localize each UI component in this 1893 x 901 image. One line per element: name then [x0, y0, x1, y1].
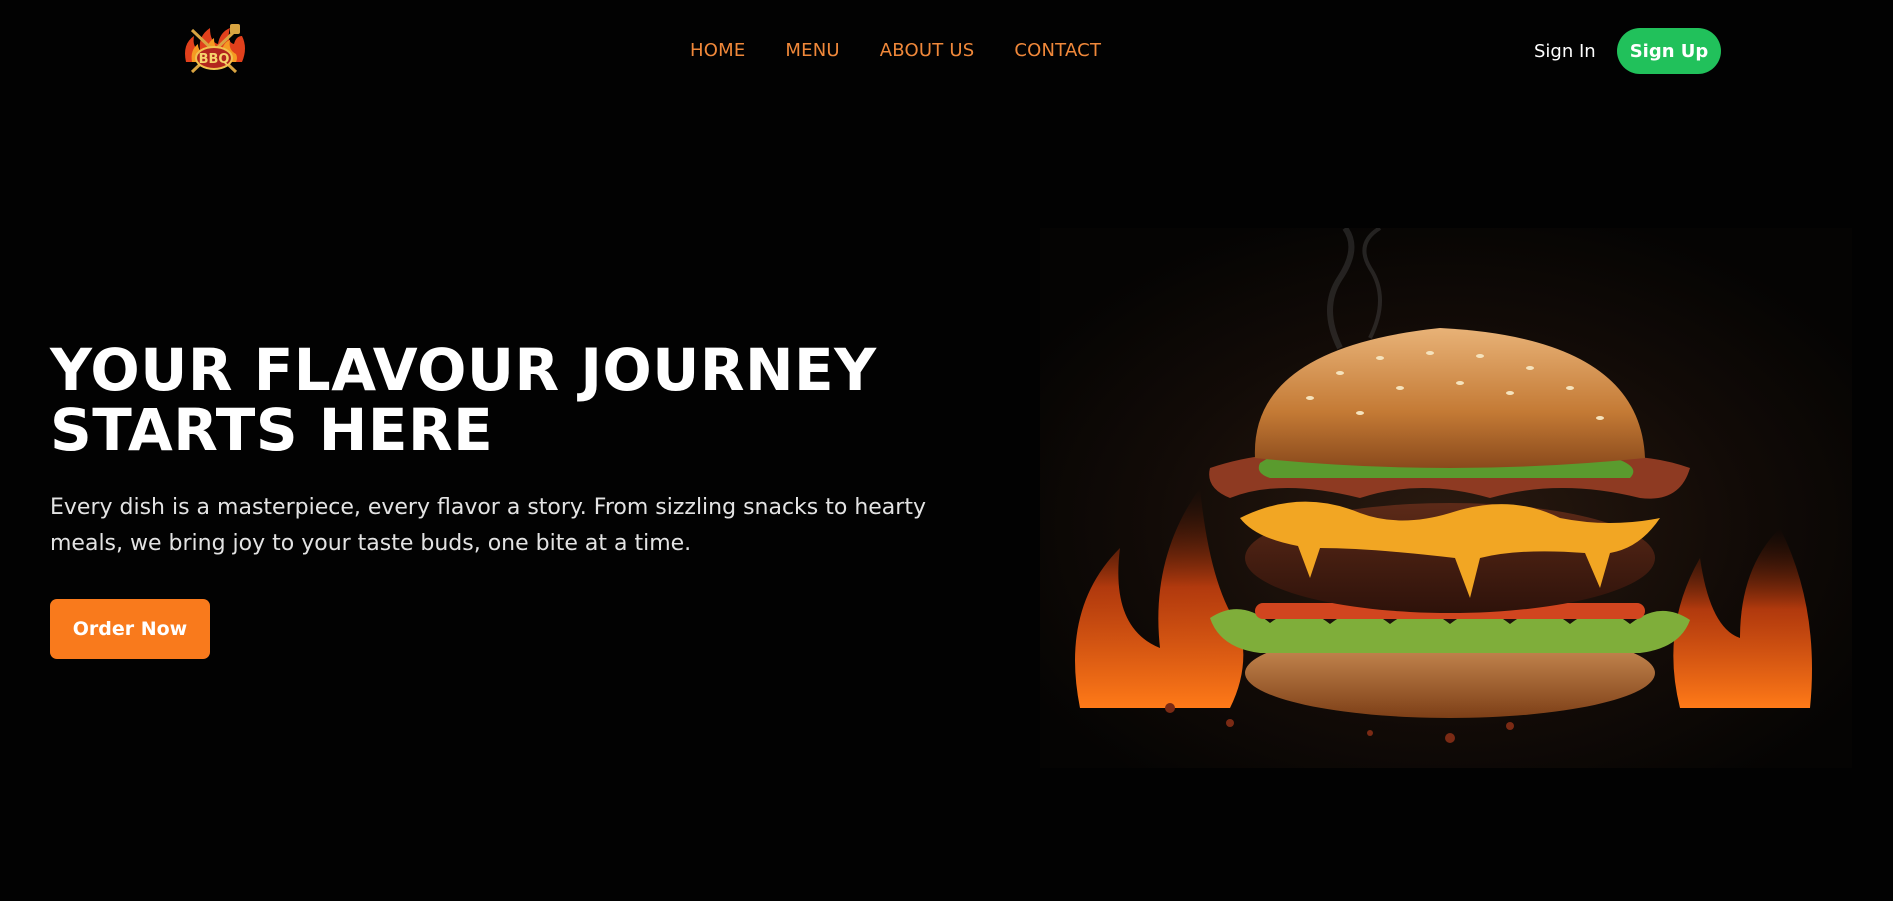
- hero-burger-image: [1040, 228, 1852, 768]
- sign-up-button[interactable]: Sign Up: [1617, 28, 1721, 74]
- site-header: BBQ HOME MENU ABOUT US CONTACT Sign In S…: [0, 0, 1893, 102]
- sign-in-link[interactable]: Sign In: [1534, 41, 1596, 62]
- hero-title-line2: STARTS HERE: [50, 396, 494, 464]
- bbq-logo[interactable]: BBQ: [178, 22, 250, 78]
- nav-home[interactable]: HOME: [690, 40, 745, 61]
- order-now-button[interactable]: Order Now: [50, 599, 210, 659]
- main-nav: HOME MENU ABOUT US CONTACT: [690, 40, 1101, 61]
- hero-title: YOUR FLAVOUR JOURNEY STARTS HERE: [50, 340, 950, 460]
- hero-title-line1: YOUR FLAVOUR JOURNEY: [50, 336, 877, 404]
- nav-menu[interactable]: MENU: [785, 40, 839, 61]
- nav-about-us[interactable]: ABOUT US: [880, 40, 975, 61]
- logo-text: BBQ: [199, 52, 230, 67]
- nav-contact[interactable]: CONTACT: [1014, 40, 1101, 61]
- hero-description: Every dish is a masterpiece, every flavo…: [50, 495, 926, 556]
